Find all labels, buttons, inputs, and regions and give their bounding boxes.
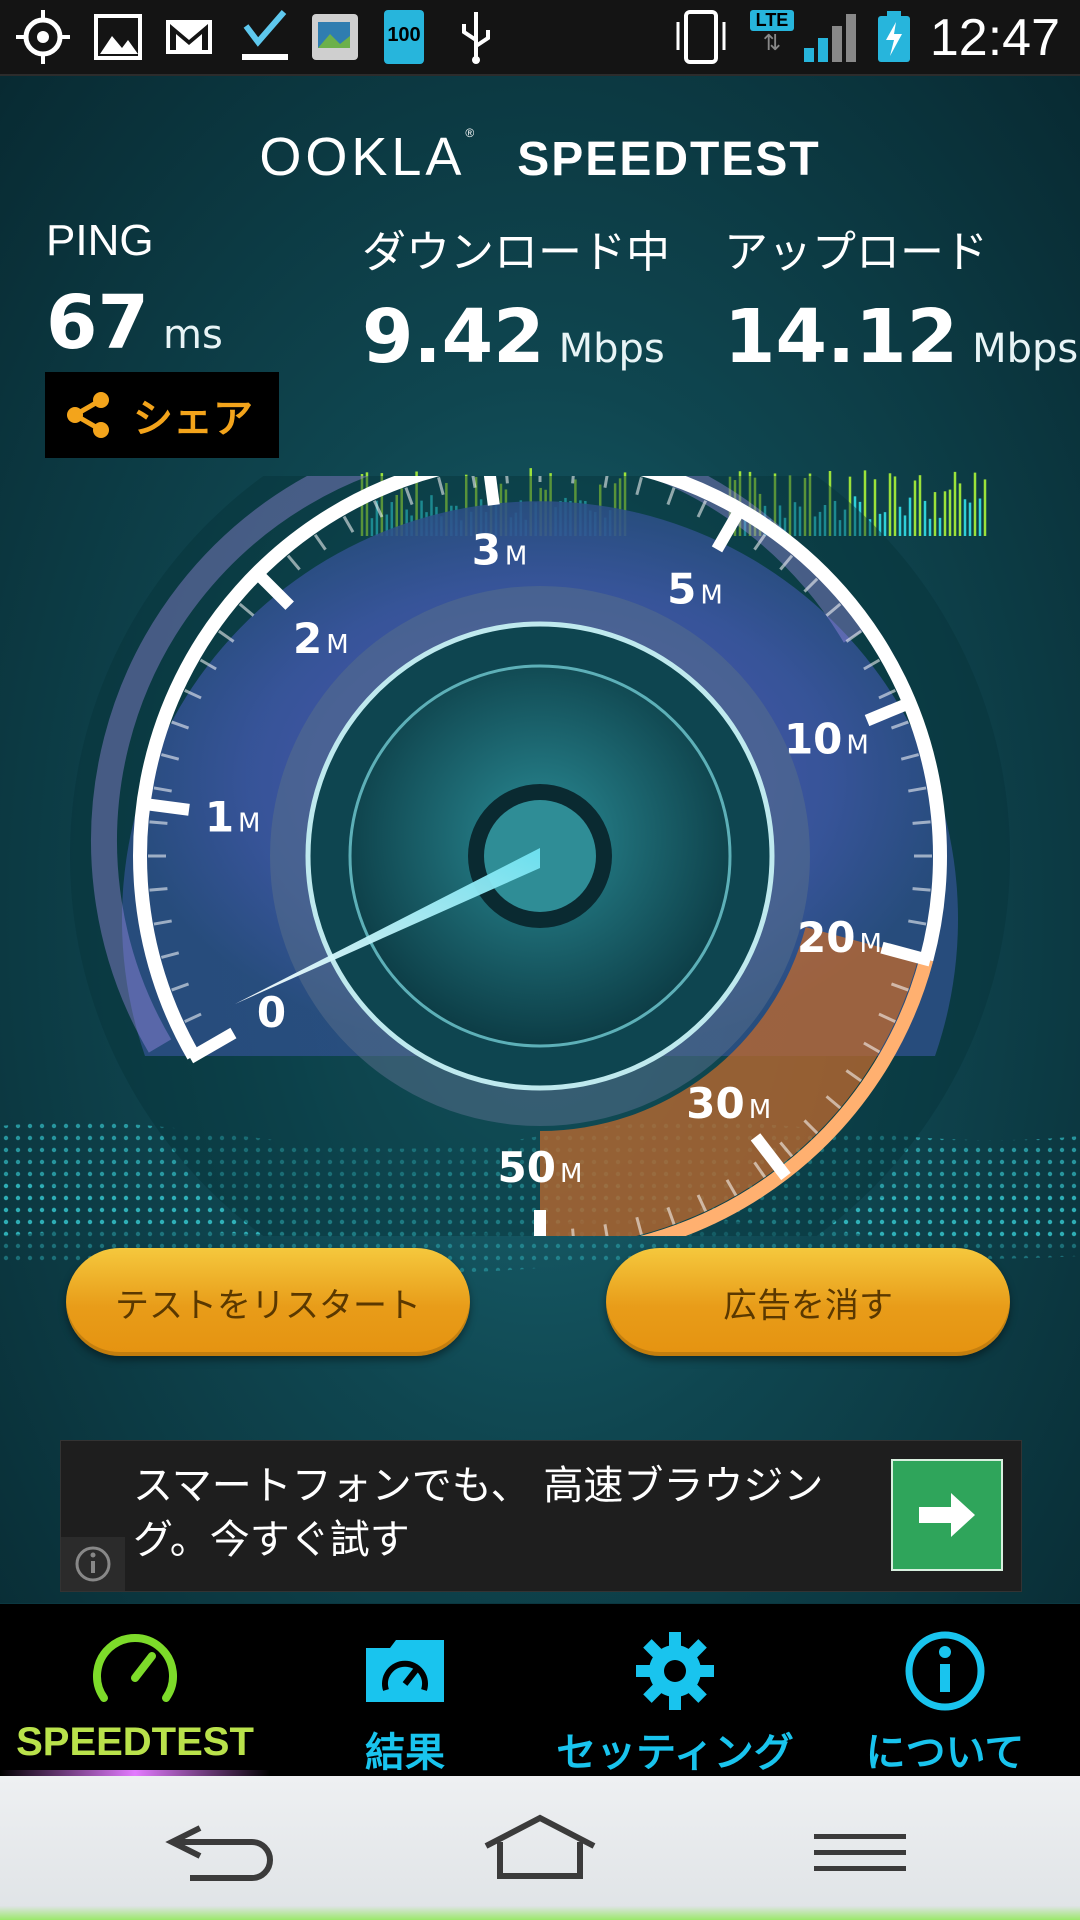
gauge-minor-tick: [505, 476, 509, 484]
download-stat: ダウンロード中 9.42 Mbps: [362, 216, 670, 380]
upload-stat: アップロード 14.12 Mbps: [724, 216, 1078, 380]
gear-icon: [636, 1632, 714, 1710]
info-icon: [905, 1631, 985, 1711]
download-done-icon: [242, 10, 288, 60]
logo-product: SPEEDTEST: [517, 133, 821, 186]
gauge-tick-label: 0: [257, 988, 286, 1037]
ad-arrow-button[interactable]: [891, 1459, 1003, 1571]
battery-badge: 100: [387, 24, 421, 46]
tab-speedtest-label: SPEEDTEST: [16, 1720, 254, 1764]
gmail-icon: [166, 20, 212, 54]
gauge-minor-tick: [149, 887, 168, 892]
back-icon[interactable]: [160, 1812, 280, 1892]
upload-value: 14.12: [724, 294, 959, 380]
share-label: シェア: [133, 396, 253, 442]
tab-about[interactable]: について: [810, 1604, 1080, 1776]
ping-unit: ms: [162, 312, 223, 358]
speed-gauge: 01 M2 M3 M5 M10 M20 M30 M50 M: [70, 476, 1010, 1236]
ad-text[interactable]: スマートフォンでも、 高速ブラウジング。今すぐ試す: [133, 1459, 893, 1567]
home-icon[interactable]: [480, 1812, 600, 1892]
bottom-tab-bar: SPEEDTEST 結果 セッティング について: [0, 1604, 1080, 1776]
results-folder-icon: [366, 1640, 444, 1702]
tab-about-label: について: [865, 1730, 1025, 1776]
ad-info-icon[interactable]: [61, 1537, 125, 1591]
lte-icon: LTE ⇅: [750, 10, 794, 64]
gauge-minor-tick: [912, 820, 931, 825]
tab-settings[interactable]: セッティング: [540, 1604, 810, 1776]
tab-settings-label: セッティング: [556, 1730, 794, 1776]
tab-results[interactable]: 結果: [270, 1604, 540, 1776]
gallery-icon: [94, 14, 142, 60]
remove-ads-button[interactable]: 広告を消す: [606, 1248, 1010, 1356]
share-button[interactable]: シェア: [45, 372, 279, 458]
gauge-major-tick: [138, 797, 190, 816]
gauge-minor-tick: [571, 1228, 575, 1236]
ookla-speedtest-logo: OOKLA® SPEEDTEST: [259, 126, 821, 187]
upload-unit: Mbps: [972, 326, 1079, 372]
menu-icon[interactable]: [810, 1812, 910, 1892]
vibrate-icon: [676, 10, 726, 64]
gauge-minor-tick: [149, 820, 168, 825]
speedometer-icon: [93, 1634, 177, 1702]
network-type: LTE: [750, 10, 794, 31]
restart-test-button[interactable]: テストをリスタート: [66, 1248, 470, 1356]
download-value: 9.42: [362, 294, 545, 380]
photo-icon: [312, 14, 358, 60]
usb-icon: [462, 12, 490, 64]
arrow-right-icon: [919, 1493, 975, 1537]
gauge-major-tick: [483, 476, 500, 506]
ping-stat: PING 67 ms: [46, 216, 223, 366]
share-icon: [67, 392, 109, 438]
upload-label: アップロード: [724, 228, 988, 277]
nav-glow: [0, 1906, 1080, 1920]
download-label: ダウンロード中: [362, 228, 670, 277]
status-bar: 100 LTE ⇅ 12:47: [0, 0, 1080, 76]
battery-charging-icon: [878, 11, 910, 62]
gps-icon: [16, 10, 70, 64]
clock: 12:47: [929, 9, 1060, 67]
gauge-minor-tick: [571, 476, 575, 484]
download-unit: Mbps: [558, 326, 665, 372]
ping-value: 67: [46, 280, 149, 366]
tab-speedtest[interactable]: SPEEDTEST: [0, 1604, 270, 1776]
gauge-minor-tick: [912, 887, 931, 892]
system-navigation-bar: [0, 1776, 1080, 1920]
speedtest-screen: OOKLA® SPEEDTEST PING 67 ms ダウンロード中 9.42 M…: [0, 76, 1080, 1603]
ad-banner[interactable]: スマートフォンでも、 高速ブラウジング。今すぐ試す: [60, 1440, 1022, 1592]
signal-icon: [804, 14, 856, 62]
logo-brand: OOKLA: [259, 127, 466, 187]
battery-100-icon: 100: [384, 10, 424, 64]
tab-results-label: 結果: [365, 1730, 445, 1776]
ping-label: PING: [46, 216, 154, 265]
